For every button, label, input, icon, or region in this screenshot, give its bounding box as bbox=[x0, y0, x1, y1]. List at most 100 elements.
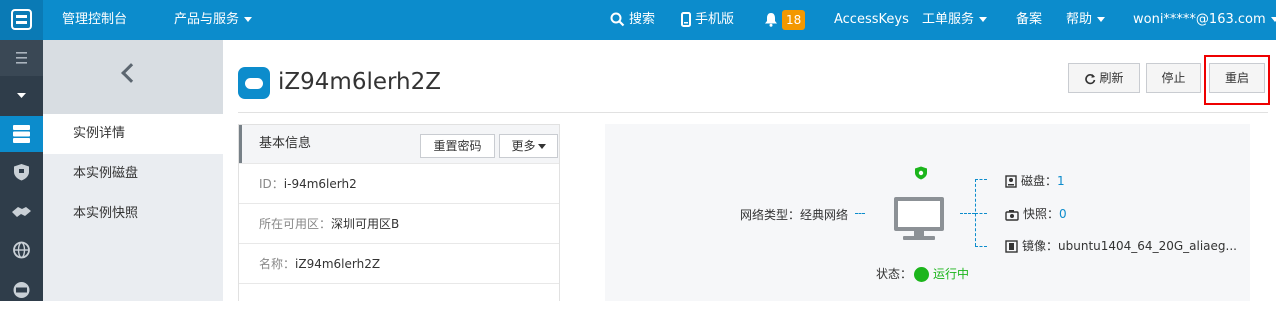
help-menu[interactable]: 帮助 bbox=[1066, 0, 1106, 40]
panel-title: 基本信息 bbox=[259, 136, 312, 151]
tickets-menu[interactable]: 工单服务 bbox=[922, 0, 988, 40]
record-link[interactable]: 备案 bbox=[1016, 0, 1042, 40]
globe-icon bbox=[13, 241, 30, 259]
notifications-button[interactable]: 18 bbox=[764, 0, 806, 40]
snapshot-count[interactable]: 快照：0 bbox=[1005, 205, 1067, 222]
rail-item-ecs[interactable] bbox=[0, 116, 43, 152]
notification-count-badge: 18 bbox=[782, 9, 806, 30]
bell-icon bbox=[765, 13, 777, 27]
shield-icon bbox=[14, 164, 29, 181]
info-row-name: 名称：iZ94m6lerh2Z bbox=[239, 243, 559, 283]
image-link-line bbox=[975, 246, 987, 247]
network-type-value: 经典网络 bbox=[800, 208, 849, 222]
chevron-down-icon bbox=[244, 17, 253, 22]
chevron-down-icon bbox=[1097, 17, 1106, 22]
security-shield-icon bbox=[915, 166, 927, 180]
back-button[interactable] bbox=[43, 40, 223, 114]
subnav-item-instance-disks[interactable]: 本实例磁盘 bbox=[43, 154, 223, 194]
image-icon bbox=[1005, 240, 1018, 253]
aliyun-logo-icon bbox=[11, 9, 32, 30]
chevron-down-icon bbox=[1270, 17, 1276, 22]
image-info: 镜像：ubuntu1404_64_20G_aliaeg... bbox=[1005, 237, 1237, 254]
handshake-icon bbox=[12, 207, 31, 217]
dns-icon bbox=[13, 282, 30, 298]
stop-button[interactable]: 停止 bbox=[1146, 63, 1201, 93]
instance-topology-panel: 网络类型：经典网络 磁盘：1 快照：0 镜像：ubuntu1404_64_20G… bbox=[605, 124, 1250, 301]
disk-count[interactable]: 磁盘：1 bbox=[1005, 172, 1065, 189]
icon-sidebar bbox=[0, 40, 43, 301]
resource-link-line bbox=[960, 213, 975, 214]
chevron-down-icon bbox=[979, 17, 988, 22]
search-icon bbox=[610, 12, 625, 27]
disk-link-line bbox=[975, 179, 987, 180]
instance-status: 状态： 运行中 bbox=[876, 265, 969, 282]
rail-item-dns[interactable] bbox=[0, 272, 43, 308]
network-type-label: 网络类型： bbox=[740, 208, 801, 222]
accesskeys-link[interactable]: AccessKeys bbox=[834, 0, 909, 40]
info-row-id: ID：i-94m6lerh2 bbox=[239, 163, 559, 203]
products-label: 产品与服务 bbox=[174, 12, 240, 27]
more-actions-button[interactable]: 更多 bbox=[499, 134, 558, 158]
caret-down-icon bbox=[17, 93, 26, 98]
more-label: 更多 bbox=[511, 139, 536, 153]
mobile-label: 手机版 bbox=[695, 12, 735, 27]
network-link-line bbox=[855, 213, 865, 214]
subnav-item-instance-details[interactable]: 实例详情 bbox=[43, 114, 223, 154]
instance-subnav: 实例详情 本实例磁盘 本实例快照 bbox=[43, 40, 223, 301]
status-label: 状态： bbox=[876, 267, 913, 281]
search-label: 搜索 bbox=[629, 12, 656, 27]
ecs-instance-icon bbox=[238, 67, 270, 99]
snapshot-label: 快照： bbox=[1023, 207, 1060, 221]
info-row-next bbox=[239, 283, 559, 323]
subnav-item-instance-snapshots[interactable]: 本实例快照 bbox=[43, 194, 223, 234]
rail-item-network[interactable] bbox=[0, 194, 43, 230]
snapshot-value: 0 bbox=[1059, 207, 1067, 221]
basic-info-header: 基本信息 重置密码 更多 bbox=[239, 125, 559, 163]
info-value: i-94m6lerh2 bbox=[283, 177, 357, 191]
products-menu[interactable]: 产品与服务 bbox=[174, 0, 253, 40]
top-navbar: 管理控制台 产品与服务 搜索 手机版 18 AccessKeys 工单服务 备案… bbox=[0, 0, 1276, 40]
server-icon bbox=[13, 125, 30, 143]
refresh-button[interactable]: 刷新 bbox=[1068, 63, 1140, 93]
info-label: ID： bbox=[259, 177, 284, 191]
network-type: 网络类型：经典网络 bbox=[740, 206, 848, 223]
header-divider bbox=[238, 112, 1268, 113]
status-value: 运行中 bbox=[933, 267, 970, 281]
info-row-zone: 所在可用区：深圳可用区B bbox=[239, 203, 559, 243]
info-label: 名称： bbox=[259, 257, 296, 271]
status-running-dot-icon bbox=[914, 267, 930, 282]
home-logo-button[interactable] bbox=[0, 0, 43, 40]
reset-password-button[interactable]: 重置密码 bbox=[420, 134, 495, 158]
info-value: iZ94m6lerh2Z bbox=[295, 257, 381, 271]
chevron-down-icon bbox=[537, 144, 546, 149]
rail-item-security[interactable] bbox=[0, 154, 43, 190]
disk-icon bbox=[1005, 175, 1017, 188]
refresh-label: 刷新 bbox=[1099, 71, 1124, 85]
disk-value: 1 bbox=[1057, 174, 1065, 188]
search-button[interactable]: 搜索 bbox=[610, 0, 655, 40]
help-label: 帮助 bbox=[1066, 12, 1093, 27]
image-label: 镜像： bbox=[1022, 239, 1059, 253]
info-value: 深圳可用区B bbox=[331, 217, 400, 231]
console-home-link[interactable]: 管理控制台 bbox=[62, 0, 127, 40]
hamburger-icon bbox=[16, 52, 27, 64]
user-account-menu[interactable]: woni*****@163.com bbox=[1133, 0, 1276, 40]
disk-label: 磁盘： bbox=[1021, 174, 1058, 188]
image-value: ubuntu1404_64_20G_aliaeg... bbox=[1058, 239, 1237, 253]
restart-button[interactable]: 重启 bbox=[1209, 63, 1265, 93]
user-email: woni*****@163.com bbox=[1133, 12, 1266, 27]
snapshot-link-line bbox=[975, 213, 987, 214]
basic-info-panel: 基本信息 重置密码 更多 ID：i-94m6lerh2 所在可用区：深圳可用区B… bbox=[238, 124, 560, 301]
menu-toggle-button[interactable] bbox=[0, 40, 43, 76]
page-title: iZ94m6lerh2Z bbox=[278, 69, 442, 95]
refresh-icon bbox=[1085, 73, 1096, 84]
server-monitor-icon bbox=[894, 197, 944, 240]
chevron-left-icon bbox=[121, 63, 141, 83]
info-label: 所在可用区： bbox=[259, 217, 332, 231]
rail-dropdown-button[interactable] bbox=[0, 76, 43, 112]
camera-icon bbox=[1005, 209, 1019, 221]
tickets-label: 工单服务 bbox=[922, 12, 975, 27]
mobile-version-link[interactable]: 手机版 bbox=[681, 0, 734, 40]
mobile-phone-icon bbox=[681, 12, 691, 27]
rail-item-global[interactable] bbox=[0, 232, 43, 268]
